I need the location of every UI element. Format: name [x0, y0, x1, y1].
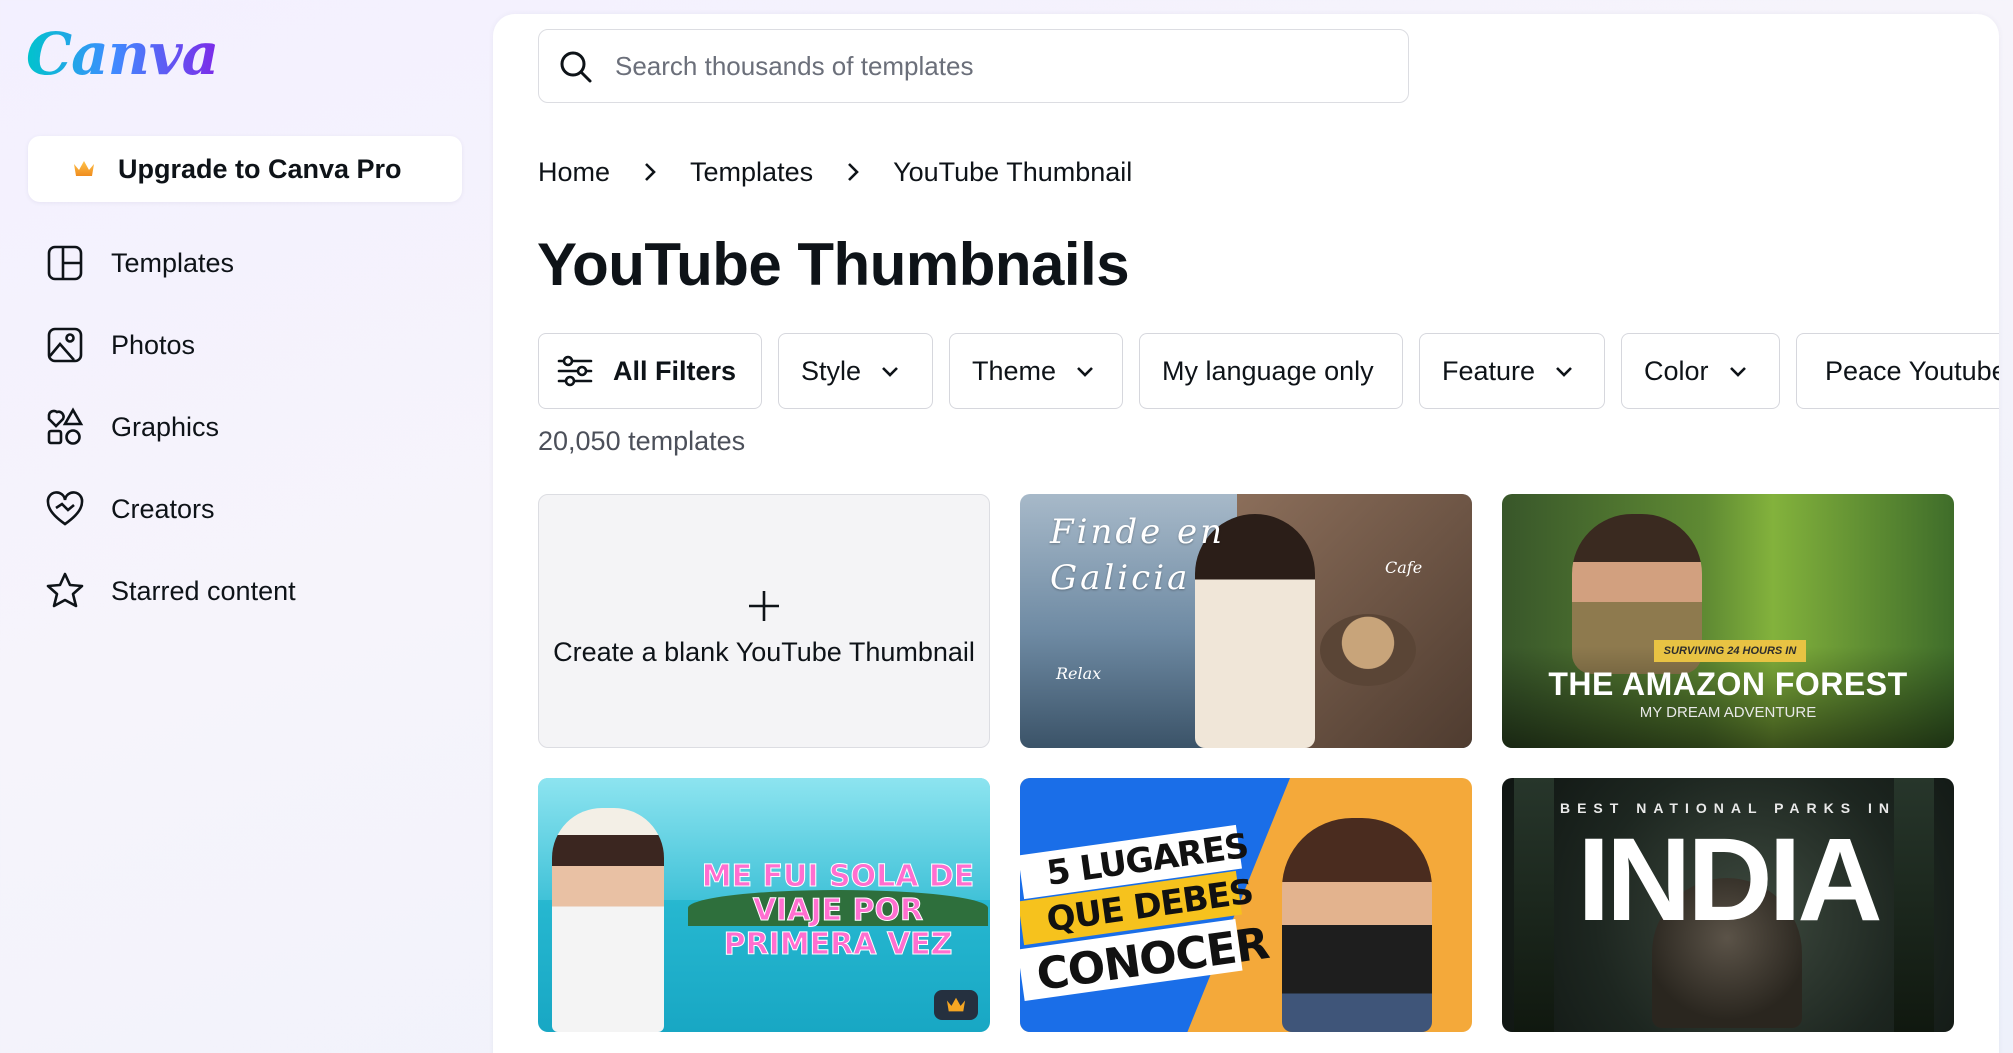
theme-filter-dropdown[interactable]: Theme — [949, 333, 1123, 409]
all-filters-button[interactable]: All Filters — [538, 333, 762, 409]
search-bar[interactable] — [538, 29, 1409, 103]
filter-bar: All Filters Style Theme My language only… — [538, 333, 1999, 409]
main-panel: Home Templates YouTube Thumbnail YouTube… — [493, 14, 1999, 1053]
style-filter-dropdown[interactable]: Style — [778, 333, 933, 409]
filter-label: Style — [801, 355, 862, 386]
thumbnail-subtitle: MY DREAM ADVENTURE — [1639, 704, 1817, 721]
peace-youtube-filter-chip[interactable]: Peace Youtube — [1796, 333, 1999, 409]
plus-icon — [749, 590, 779, 621]
create-blank-label: Create a blank YouTube Thumbnail — [553, 636, 975, 667]
filter-label: Theme — [972, 355, 1057, 386]
template-thumbnail: BEST NATIONAL PARKS IN INDIA — [1502, 778, 1954, 1032]
sidebar-item-photos[interactable]: Photos — [0, 304, 492, 386]
breadcrumb-templates[interactable]: Templates — [690, 157, 813, 188]
template-card-5-lugares[interactable]: 5 LUGARES QUE DEBES CONOCER — [1020, 778, 1472, 1032]
chevron-down-icon — [1729, 367, 1746, 377]
crown-icon — [946, 997, 966, 1012]
thumbnail-tag: SURVIVING 24 HOURS IN — [1654, 640, 1806, 662]
canva-logo[interactable]: Canva — [26, 20, 219, 88]
template-thumbnail: ME FUI SOLA DE VIAJE POR PRIMERA VEZ — [538, 778, 990, 1032]
sliders-icon — [557, 355, 593, 387]
sidebar-item-templates[interactable]: Templates — [0, 222, 492, 304]
chevron-down-icon — [1077, 367, 1093, 377]
template-thumbnail: Finde en Galicia Cafe Relax — [1020, 494, 1472, 748]
sidebar-item-label: Starred content — [111, 575, 296, 606]
thumbnail-title-line1: ME FUI SOLA DE — [701, 859, 975, 894]
filter-label: Feature — [1442, 355, 1536, 386]
templates-icon — [47, 245, 83, 281]
filter-label: Peace Youtube — [1825, 355, 1999, 386]
filter-label: My language only — [1162, 355, 1374, 386]
create-blank-thumbnail-card[interactable]: Create a blank YouTube Thumbnail — [538, 494, 990, 748]
filter-label: Color — [1644, 355, 1709, 386]
thumbnail-title-line1: Finde en — [1050, 512, 1226, 552]
breadcrumb: Home Templates YouTube Thumbnail — [538, 152, 1132, 192]
sidebar-nav: Templates Photos Graphics Creators Starr… — [0, 222, 492, 632]
woman-figure — [552, 808, 664, 1032]
chevron-right-icon — [848, 163, 859, 181]
photos-icon — [47, 327, 83, 363]
sidebar-item-creators[interactable]: Creators — [0, 468, 492, 550]
pro-badge — [934, 990, 978, 1020]
thumbnail-title-line2: VIAJE POR — [752, 893, 924, 928]
chevron-right-icon — [645, 163, 656, 181]
chevron-down-icon — [882, 367, 898, 377]
template-card-me-fui-sola[interactable]: ME FUI SOLA DE VIAJE POR PRIMERA VEZ — [538, 778, 990, 1032]
sidebar-item-graphics[interactable]: Graphics — [0, 386, 492, 468]
creators-icon — [46, 491, 84, 526]
thumbnail-label-relax: Relax — [1056, 664, 1102, 683]
graphics-icon — [47, 407, 84, 445]
sidebar-item-label: Photos — [111, 329, 196, 360]
thumbnail-title: INDIA — [1577, 814, 1882, 946]
thumbnail-title: ME FUI SOLA DE VIAJE POR PRIMERA VEZ — [688, 859, 988, 962]
my-language-only-toggle[interactable]: My language only — [1139, 333, 1403, 409]
thumbnail-title-line3: PRIMERA VEZ — [723, 927, 953, 962]
template-card-finde-en-galicia[interactable]: Finde en Galicia Cafe Relax — [1020, 494, 1472, 748]
sidebar: Canva Upgrade to Canva Pro Templates Pho… — [0, 0, 492, 1053]
filter-label: All Filters — [613, 355, 737, 386]
template-count: 20,050 templates — [538, 426, 746, 456]
template-thumbnail: SURVIVING 24 HOURS IN THE AMAZON FOREST … — [1502, 494, 1954, 748]
coffee-cup — [1320, 614, 1416, 686]
chevron-down-icon — [1556, 367, 1572, 377]
template-card-amazon-forest[interactable]: SURVIVING 24 HOURS IN THE AMAZON FOREST … — [1502, 494, 1954, 748]
breadcrumb-home[interactable]: Home — [538, 157, 610, 188]
star-icon — [46, 572, 84, 608]
crown-icon — [74, 161, 94, 176]
upgrade-to-pro-button[interactable]: Upgrade to Canva Pro — [28, 136, 462, 202]
thumbnail-title: THE AMAZON FOREST — [1548, 666, 1908, 702]
sidebar-item-starred[interactable]: Starred content — [0, 550, 492, 632]
template-thumbnail: 5 LUGARES QUE DEBES CONOCER — [1020, 778, 1472, 1032]
thumbnail-label-cafe: Cafe — [1385, 558, 1423, 577]
woman-figure — [1282, 818, 1432, 1032]
upgrade-label: Upgrade to Canva Pro — [118, 153, 402, 184]
sidebar-item-label: Templates — [111, 247, 235, 278]
search-input[interactable] — [615, 44, 1385, 88]
feature-filter-dropdown[interactable]: Feature — [1419, 333, 1605, 409]
breadcrumb-current: YouTube Thumbnail — [893, 156, 1133, 187]
thumbnail-title-line2: Galicia — [1050, 558, 1191, 598]
page-title: YouTube Thumbnails — [537, 231, 1130, 298]
color-filter-dropdown[interactable]: Color — [1621, 333, 1780, 409]
template-card-india-national-parks[interactable]: BEST NATIONAL PARKS IN INDIA — [1502, 778, 1954, 1032]
sidebar-item-label: Creators — [111, 493, 215, 524]
search-icon — [560, 51, 592, 83]
sidebar-item-label: Graphics — [111, 411, 220, 442]
